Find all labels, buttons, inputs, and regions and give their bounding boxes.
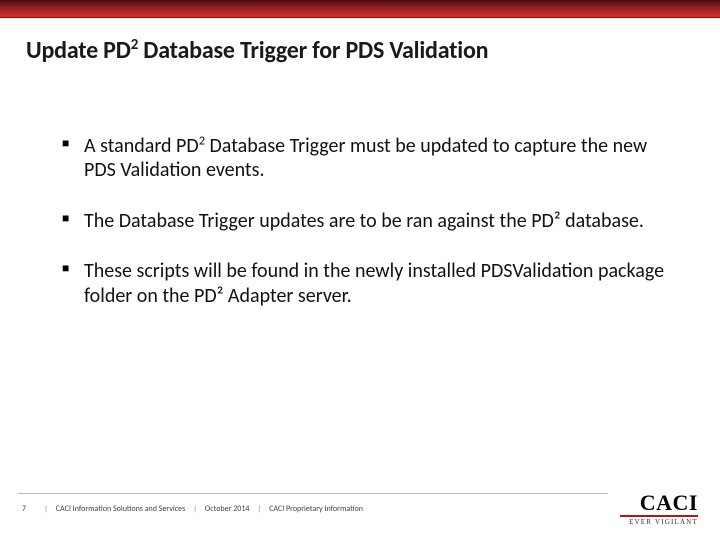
footer-notice: CACI Proprietary Information (269, 504, 363, 514)
footer-separator: | (193, 504, 197, 514)
bullet-item: The Database Trigger updates are to be r… (62, 209, 680, 233)
slide: Update PD2 Database Trigger for PDS Vali… (0, 0, 720, 540)
slide-body: A standard PD2 Database Trigger must be … (62, 134, 680, 334)
footer-separator: | (44, 504, 48, 514)
logo-text: CACI (620, 492, 698, 514)
slide-title: Update PD2 Database Trigger for PDS Vali… (26, 36, 488, 65)
bullet-item: A standard PD2 Database Trigger must be … (62, 134, 680, 183)
company-logo: CACI EVER VIGILANT (620, 492, 698, 526)
footer-org: CACI Information Solutions and Services (56, 504, 185, 514)
page-number: 7 (22, 504, 26, 514)
brand-bar (0, 0, 720, 18)
footer: 7 | CACI Information Solutions and Servi… (22, 494, 700, 524)
footer-date: October 2014 (205, 504, 250, 514)
logo-tagline: EVER VIGILANT (620, 518, 698, 526)
footer-separator: | (257, 504, 261, 514)
bullet-item: These scripts will be found in the newly… (62, 259, 680, 308)
logo-rule (620, 515, 698, 517)
